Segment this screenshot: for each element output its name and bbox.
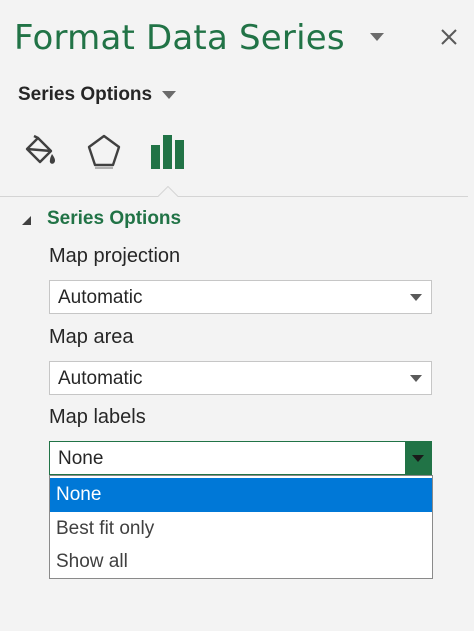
active-tab-pointer [158, 186, 178, 197]
pane-title: Format Data Series [14, 18, 345, 58]
dropdown-arrow-icon [401, 281, 431, 313]
dropdown-option-none[interactable]: None [50, 478, 432, 512]
format-data-series-pane: Format Data Series Series Options Series… [0, 0, 474, 631]
chevron-down-icon [162, 91, 177, 99]
tab-fill-line[interactable] [18, 128, 62, 174]
map-labels-select[interactable]: None [49, 441, 432, 475]
map-labels-dropdown-list: None Best fit only Show all [49, 475, 433, 579]
pane-options-button[interactable] [366, 28, 388, 46]
paint-bucket-icon [25, 134, 56, 164]
close-icon [441, 29, 457, 45]
pentagon-icon [87, 134, 121, 169]
collapse-triangle-icon [22, 215, 31, 225]
map-projection-label: Map projection [49, 245, 181, 267]
close-button[interactable] [436, 24, 462, 50]
map-projection-value: Automatic [58, 287, 143, 308]
tab-effects[interactable] [82, 128, 126, 174]
caret-down-icon [370, 33, 384, 41]
map-area-label: Map area [49, 326, 134, 348]
map-labels-label: Map labels [49, 406, 146, 428]
map-projection-select[interactable]: Automatic [49, 280, 432, 314]
series-options-section-header[interactable]: Series Options [22, 208, 181, 230]
bar-chart-icon [151, 135, 184, 169]
map-labels-value: None [58, 448, 104, 469]
section-title: Series Options [47, 208, 182, 229]
series-options-selector[interactable]: Series Options [18, 84, 177, 106]
series-options-selector-label: Series Options [18, 84, 153, 105]
dropdown-option-show-all[interactable]: Show all [50, 545, 432, 579]
dropdown-option-best-fit-only[interactable]: Best fit only [50, 512, 432, 546]
dropdown-arrow-icon[interactable] [405, 442, 431, 474]
map-area-value: Automatic [58, 368, 143, 389]
map-area-select[interactable]: Automatic [49, 361, 432, 395]
tab-series-options[interactable] [146, 128, 190, 174]
tab-divider [0, 196, 468, 197]
dropdown-arrow-icon [401, 362, 431, 394]
